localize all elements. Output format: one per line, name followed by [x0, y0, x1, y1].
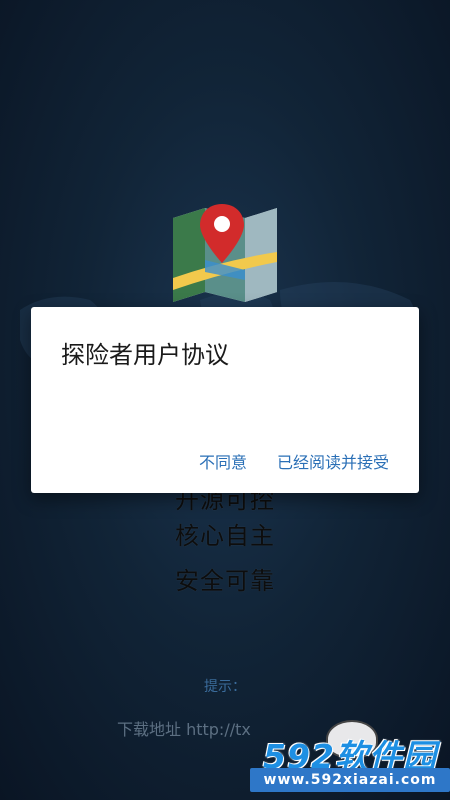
dialog-actions: 不同意 已经阅读并接受: [199, 449, 389, 473]
accept-button[interactable]: 已经阅读并接受: [277, 449, 389, 473]
dialog-title: 探险者用户协议: [61, 341, 229, 369]
watermark-url: www.592xiazai.com: [250, 768, 450, 792]
user-agreement-dialog: 探险者用户协议 不同意 已经阅读并接受: [31, 307, 419, 493]
watermark: 592软件园 www.592xiazai.com: [250, 720, 450, 800]
dialog-overlay: 探险者用户协议 不同意 已经阅读并接受: [0, 0, 450, 800]
watermark-brand: 592软件园: [263, 737, 437, 776]
disagree-button[interactable]: 不同意: [199, 449, 247, 473]
